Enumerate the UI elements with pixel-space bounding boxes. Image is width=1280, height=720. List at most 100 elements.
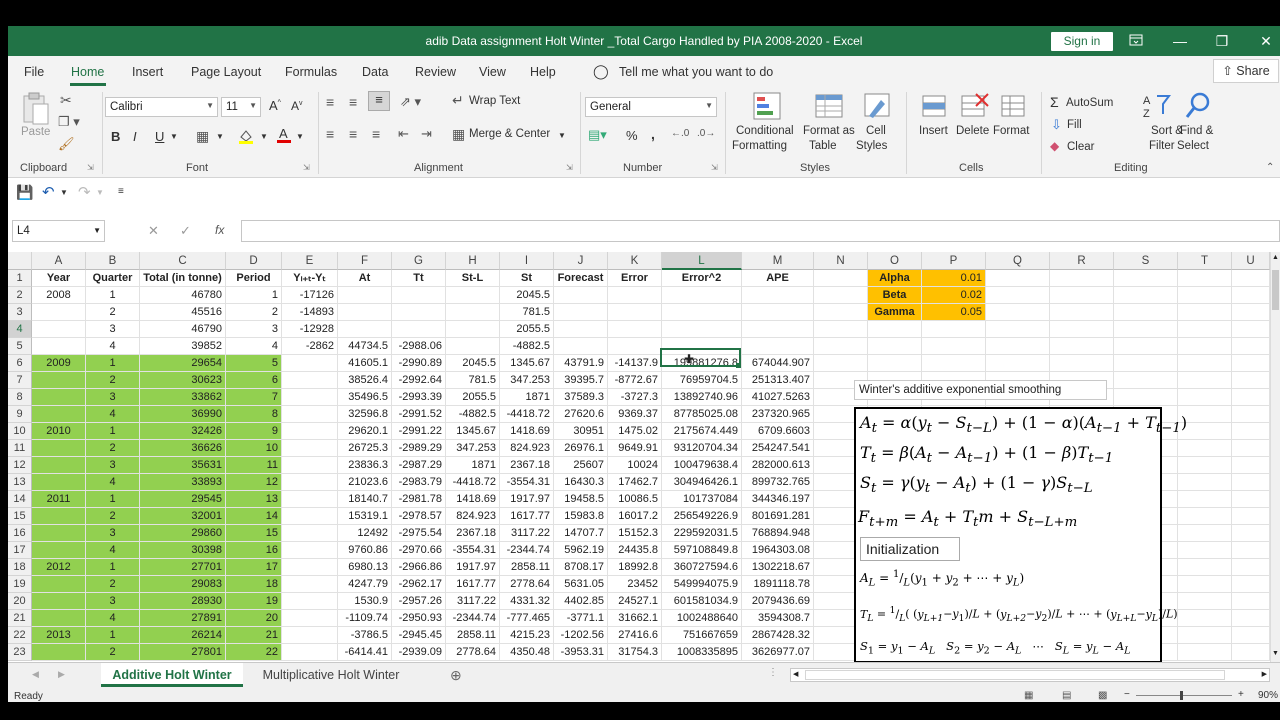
grid-cell[interactable]: -2970.66 xyxy=(392,542,446,559)
row-header[interactable]: 10 xyxy=(8,423,32,440)
grid-cell[interactable]: 4402.85 xyxy=(554,593,608,610)
grid-cell[interactable]: 1 xyxy=(86,287,140,304)
grid-cell[interactable]: 3 xyxy=(86,593,140,610)
grid-cell[interactable]: 38526.4 xyxy=(338,372,392,389)
grid-cell[interactable]: 251313.407 xyxy=(742,372,814,389)
font-launcher-icon[interactable]: ⇲ xyxy=(303,163,310,172)
grid-cell[interactable]: 30951 xyxy=(554,423,608,440)
grid-cell[interactable]: 4 xyxy=(86,474,140,491)
chevron-down-icon[interactable]: ▼ xyxy=(558,131,566,140)
grid-cell[interactable]: 30398 xyxy=(140,542,226,559)
grid-cell[interactable]: 16430.3 xyxy=(554,474,608,491)
grid-cell[interactable]: 25607 xyxy=(554,457,608,474)
grid-cell[interactable] xyxy=(742,338,814,355)
grid-cell[interactable]: 18 xyxy=(226,576,282,593)
borders-icon[interactable]: ▦ xyxy=(196,128,209,145)
tab-view[interactable]: View xyxy=(479,65,506,79)
grid-cell[interactable] xyxy=(986,321,1050,338)
grid-cell[interactable] xyxy=(32,406,86,423)
param-value[interactable]: 0.01 xyxy=(922,270,986,287)
grid-cell[interactable] xyxy=(608,304,662,321)
grid-cell[interactable]: 256549226.9 xyxy=(662,508,742,525)
sort-filter-button[interactable]: Sort & xyxy=(1151,125,1183,137)
grid-cell[interactable] xyxy=(1232,423,1270,440)
grid-cell[interactable]: -2950.93 xyxy=(392,610,446,627)
row-header[interactable]: 13 xyxy=(8,474,32,491)
grid-cell[interactable]: -12928 xyxy=(282,321,338,338)
grid-cell[interactable]: 12 xyxy=(226,474,282,491)
orientation-icon[interactable]: ⇗ ▾ xyxy=(400,94,421,110)
grid-cell[interactable]: -2344.74 xyxy=(446,610,500,627)
grid-cell[interactable]: 26214 xyxy=(140,627,226,644)
grid-cell[interactable] xyxy=(662,304,742,321)
grid-cell[interactable]: -3953.31 xyxy=(554,644,608,661)
grid-cell[interactable]: 237320.965 xyxy=(742,406,814,423)
grid-cell[interactable] xyxy=(1178,304,1232,321)
grid-cell[interactable] xyxy=(32,576,86,593)
cell-styles-button-line2[interactable]: Styles xyxy=(856,140,887,152)
active-cell-L4[interactable] xyxy=(660,348,741,367)
page-break-view-icon[interactable]: ▩ xyxy=(1098,690,1107,701)
format-cells-icon[interactable] xyxy=(998,90,1030,122)
normal-view-icon[interactable]: ▦ xyxy=(1024,690,1033,701)
grid-cell[interactable] xyxy=(922,321,986,338)
undo-icon[interactable]: ↶ xyxy=(42,183,55,201)
grid-cell[interactable]: 2 xyxy=(86,576,140,593)
column-header[interactable]: R xyxy=(1050,252,1114,270)
grid-cell[interactable]: 30623 xyxy=(140,372,226,389)
grid-cell[interactable]: -2978.57 xyxy=(392,508,446,525)
grid-cell[interactable]: 19458.5 xyxy=(554,491,608,508)
grid-cell[interactable]: -2962.17 xyxy=(392,576,446,593)
row-header[interactable]: 22 xyxy=(8,627,32,644)
column-header[interactable]: O xyxy=(868,252,922,270)
grid-cell[interactable] xyxy=(742,304,814,321)
row-header[interactable]: 17 xyxy=(8,542,32,559)
grid-cell[interactable] xyxy=(1114,304,1178,321)
tab-help[interactable]: Help xyxy=(530,65,556,79)
row-header[interactable]: 21 xyxy=(8,610,32,627)
grid-cell[interactable]: 2867428.32 xyxy=(742,627,814,644)
column-header[interactable]: U xyxy=(1232,252,1270,270)
grid-cell[interactable]: 101737084 xyxy=(662,491,742,508)
delete-button[interactable]: Delete xyxy=(956,125,989,137)
grid-cell[interactable] xyxy=(1178,287,1232,304)
wrap-text-icon[interactable]: ↵ xyxy=(452,92,464,109)
add-sheet-icon[interactable]: ⊕ xyxy=(450,667,462,684)
grid-cell[interactable]: 27620.6 xyxy=(554,406,608,423)
grid-cell[interactable]: 2008 xyxy=(32,287,86,304)
grid-cell[interactable]: 31662.1 xyxy=(608,610,662,627)
grid-cell[interactable]: 2010 xyxy=(32,423,86,440)
grid-cell[interactable]: 16 xyxy=(226,542,282,559)
zoom-out-icon[interactable]: − xyxy=(1124,689,1130,700)
chevron-down-icon[interactable]: ▼ xyxy=(296,132,304,141)
grid-cell[interactable]: 32596.8 xyxy=(338,406,392,423)
grid-cell[interactable] xyxy=(1232,372,1270,389)
grid-cell[interactable]: 1891118.78 xyxy=(742,576,814,593)
grid-cell[interactable] xyxy=(1232,610,1270,627)
fill-handle[interactable] xyxy=(736,363,741,368)
grid-cell[interactable]: 1964303.08 xyxy=(742,542,814,559)
grid-cell[interactable]: -17126 xyxy=(282,287,338,304)
grid-cell[interactable]: 344346.197 xyxy=(742,491,814,508)
grid-cell[interactable] xyxy=(1050,270,1114,287)
grid-cell[interactable]: St-L xyxy=(446,270,500,287)
grid-cell[interactable]: 43791.9 xyxy=(554,355,608,372)
grid-cell[interactable]: 27801 xyxy=(140,644,226,661)
grid-cell[interactable] xyxy=(1178,389,1232,406)
grid-cell[interactable]: 2858.11 xyxy=(500,559,554,576)
grid-cell[interactable]: 2858.11 xyxy=(446,627,500,644)
grid-cell[interactable]: 1 xyxy=(86,491,140,508)
grid-cell[interactable]: -4882.5 xyxy=(446,406,500,423)
grid-cell[interactable]: 2055.5 xyxy=(500,321,554,338)
column-header[interactable]: K xyxy=(608,252,662,270)
column-header[interactable]: M xyxy=(742,252,814,270)
grid-cell[interactable]: 1917.97 xyxy=(446,559,500,576)
row-header[interactable]: 1 xyxy=(8,270,32,287)
tab-page-layout[interactable]: Page Layout xyxy=(191,65,261,79)
format-button[interactable]: Format xyxy=(993,125,1029,137)
grid-cell[interactable]: 9 xyxy=(226,423,282,440)
sheet-tab-additive[interactable]: Additive Holt Winter xyxy=(101,663,243,687)
grid-cell[interactable]: Quarter xyxy=(86,270,140,287)
grid-cell[interactable]: 32426 xyxy=(140,423,226,440)
grid-cell[interactable] xyxy=(32,389,86,406)
